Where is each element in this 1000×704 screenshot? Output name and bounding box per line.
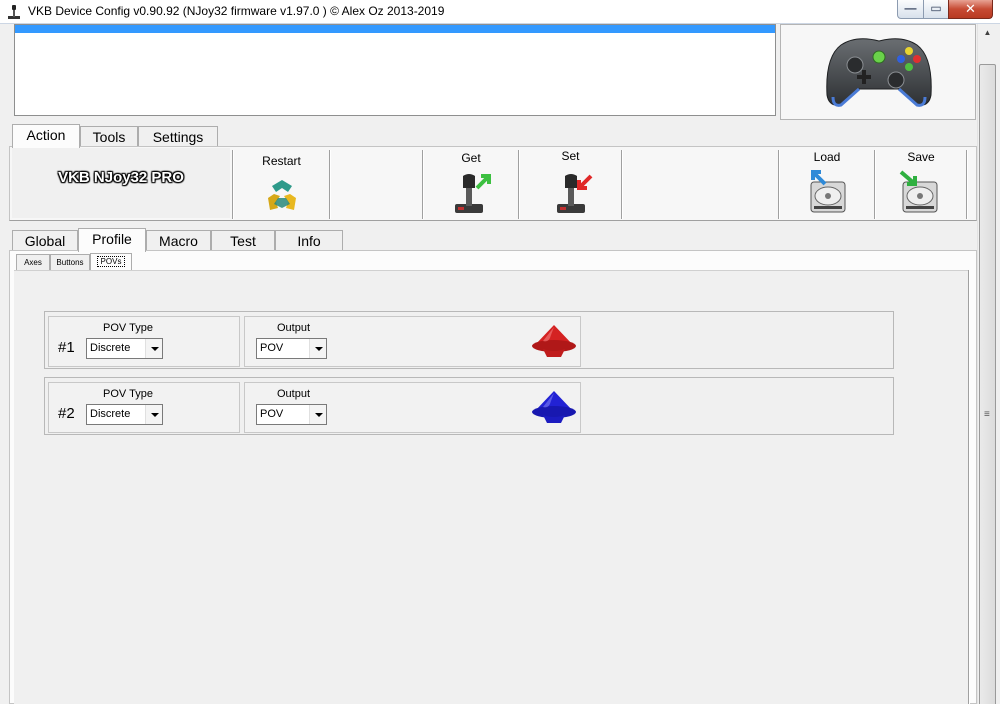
set-label: Set [561,149,580,163]
disk-load-icon [810,170,846,213]
pov-hat-red-icon [532,325,576,357]
separator [422,150,424,219]
joystick-set-icon [557,174,593,213]
minimize-button[interactable]: — [897,0,924,19]
separator [518,150,520,219]
pov-output-value: POV [260,408,284,420]
separator [329,150,331,219]
joystick-app-icon [8,5,20,19]
tab-profile[interactable]: Profile [78,228,146,252]
pov-hat-blue-icon [532,391,576,423]
joystick-get-icon [455,174,491,213]
tab-action[interactable]: Action [12,124,80,148]
pov-output-dropdown[interactable]: POV [256,338,327,359]
pov-row: #1 POV Type Discrete Output POV [44,311,894,369]
maximize-button[interactable]: ▭ [923,0,949,19]
pov-type-dropdown[interactable]: Discrete [86,338,163,359]
separator [968,270,970,704]
scroll-thumb[interactable]: ≡ [979,64,996,704]
recycle-arrows-icon [268,180,296,210]
close-icon: ✕ [965,1,976,16]
separator [232,150,234,219]
window-title: VKB Device Config v0.90.92 (NJoy32 firmw… [28,4,445,18]
pov-type-label: POV Type [103,322,153,334]
pov-type-cell: #1 POV Type Discrete [48,316,240,367]
log-selected-line[interactable] [15,25,775,33]
title-bar: VKB Device Config v0.90.92 (NJoy32 firmw… [0,0,1000,24]
maximize-icon: ▭ [930,1,942,15]
pov-output-dropdown[interactable]: POV [256,404,327,425]
grip-icon: ≡ [984,409,990,420]
tab-macro[interactable]: Macro [146,230,211,252]
restart-label: Restart [262,154,301,168]
chevron-down-icon[interactable] [145,405,162,424]
pov-number: #1 [58,339,75,356]
tab-test[interactable]: Test [211,230,275,252]
close-button[interactable]: ✕ [948,0,993,19]
load-button[interactable]: Load [781,150,873,219]
get-button[interactable]: Get [425,150,517,219]
tab-global[interactable]: Global [12,230,78,252]
vertical-scrollbar[interactable]: ▲ ≡ [977,24,997,704]
set-button[interactable]: Set [521,149,620,219]
pov-output-label: Output [277,388,311,400]
subtab-axes[interactable]: Axes [16,254,50,270]
separator [966,150,968,219]
subtab-povs-label: POVs [96,256,126,267]
tab-info[interactable]: Info [275,230,343,252]
log-list[interactable] [14,24,776,116]
scroll-up-arrow-icon[interactable]: ▲ [978,24,997,41]
pov-type-dropdown[interactable]: Discrete [86,404,163,425]
save-button[interactable]: Save [877,150,965,219]
get-label: Get [461,151,481,165]
pov-type-value: Discrete [90,408,131,420]
subtab-povs[interactable]: POVs [90,253,132,270]
device-name: VKB NJoy32 PRO [58,169,184,186]
tab-settings[interactable]: Settings [138,126,218,148]
gamepad-image-panel [780,24,976,120]
separator [778,150,780,219]
pov-type-cell: #2 POV Type Discrete [48,382,240,433]
pov-number: #2 [58,405,75,422]
minimize-icon: — [904,1,917,15]
pov-type-value: Discrete [90,342,131,354]
chevron-down-icon[interactable] [309,339,326,358]
tab-tools[interactable]: Tools [80,126,138,148]
chevron-down-icon[interactable] [145,339,162,358]
pov-row: #2 POV Type Discrete Output POV [44,377,894,435]
separator [621,150,623,219]
save-label: Save [907,150,935,164]
device-name-box: VKB NJoy32 PRO [12,148,230,218]
chevron-down-icon[interactable] [309,405,326,424]
disk-save-icon [899,170,938,213]
subtab-buttons[interactable]: Buttons [50,254,90,270]
pov-output-value: POV [260,342,284,354]
pov-output-label: Output [277,322,311,334]
separator [874,150,876,219]
load-label: Load [813,150,841,164]
gamepad-icon [826,38,932,107]
restart-button[interactable]: Restart [235,150,328,219]
pov-type-label: POV Type [103,388,153,400]
